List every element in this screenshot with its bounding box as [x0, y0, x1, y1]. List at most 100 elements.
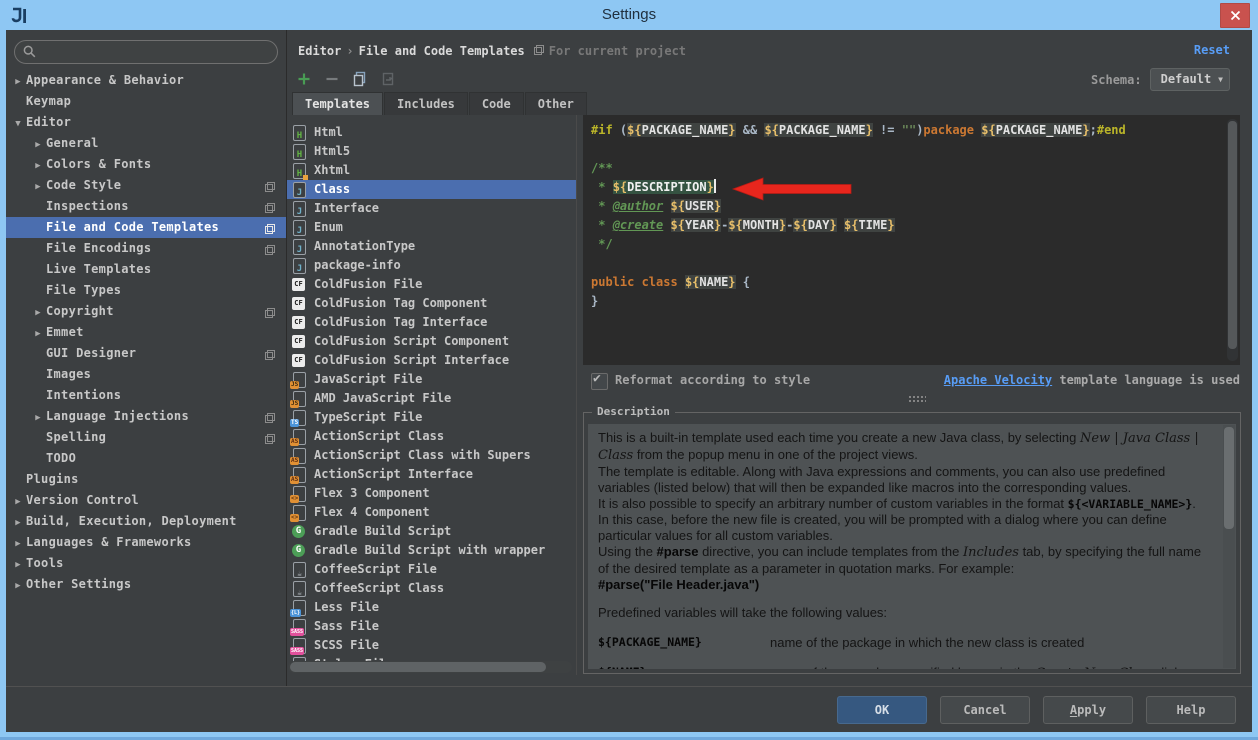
chevron-right-icon[interactable]: ▶ [10, 576, 26, 597]
template-item-coldfusion-script-interface[interactable]: CFColdFusion Script Interface [287, 351, 576, 370]
template-item-coldfusion-tag-component[interactable]: CFColdFusion Tag Component [287, 294, 576, 313]
tab-templates[interactable]: Templates [292, 92, 383, 115]
chevron-right-icon[interactable]: ▶ [30, 324, 46, 345]
sidebar-item-file-and-code-templates[interactable]: File and Code Templates [6, 217, 286, 238]
sidebar-item-version-control[interactable]: ▶Version Control [6, 490, 286, 511]
chevron-right-icon[interactable]: ▶ [30, 156, 46, 177]
template-item-coldfusion-file[interactable]: CFColdFusion File [287, 275, 576, 294]
sidebar-item-live-templates[interactable]: Live Templates [6, 259, 286, 280]
plus-icon [297, 72, 311, 86]
sidebar-item-language-injections[interactable]: ▶Language Injections [6, 406, 286, 427]
code-line [591, 140, 1220, 159]
template-item-flex-3-component[interactable]: <>Flex 3 Component [287, 484, 576, 503]
editor-scrollbar-thumb[interactable] [1228, 121, 1237, 349]
breadcrumb-editor[interactable]: Editor [298, 44, 341, 58]
chevron-right-icon[interactable]: ▶ [10, 555, 26, 576]
settings-search-box[interactable] [14, 40, 278, 64]
template-item-class[interactable]: JClass [287, 180, 576, 199]
template-item-html[interactable]: HHtml [287, 123, 576, 142]
search-input[interactable] [41, 42, 270, 62]
template-item-interface[interactable]: JInterface [287, 199, 576, 218]
cancel-button[interactable]: Cancel [940, 696, 1030, 724]
sidebar-item-file-encodings[interactable]: File Encodings [6, 238, 286, 259]
sidebar-item-copyright[interactable]: ▶Copyright [6, 301, 286, 322]
help-button[interactable]: Help [1146, 696, 1236, 724]
sidebar-item-code-style[interactable]: ▶Code Style [6, 175, 286, 196]
template-item-actionscript-class-with-supers[interactable]: ASActionScript Class with Supers [287, 446, 576, 465]
chevron-right-icon[interactable]: ▶ [10, 513, 26, 534]
template-item-coldfusion-tag-interface[interactable]: CFColdFusion Tag Interface [287, 313, 576, 332]
template-item-coffeescript-file[interactable]: ☕CoffeeScript File [287, 560, 576, 579]
tab-other[interactable]: Other [525, 92, 587, 115]
tab-includes[interactable]: Includes [384, 92, 468, 115]
copy-template-button[interactable] [351, 70, 369, 88]
template-editor[interactable]: #if (${PACKAGE_NAME} && ${PACKAGE_NAME} … [583, 115, 1240, 365]
sidebar-item-intentions[interactable]: Intentions [6, 385, 286, 406]
reset-link[interactable]: Reset [1194, 43, 1230, 57]
template-item-coffeescript-class[interactable]: ☕CoffeeScript Class [287, 579, 576, 598]
sidebar-item-label: Tools [26, 556, 64, 570]
splitter-handle[interactable] [908, 395, 926, 402]
template-item-package-info[interactable]: Jpackage-info [287, 256, 576, 275]
code-line: #if (${PACKAGE_NAME} && ${PACKAGE_NAME} … [591, 121, 1220, 140]
schema-dropdown[interactable]: Default ▼ [1150, 68, 1230, 91]
template-item-label: JavaScript File [314, 370, 422, 389]
template-item-xhtml[interactable]: HXhtml [287, 161, 576, 180]
template-item-label: TypeScript File [314, 408, 422, 427]
sidebar-item-emmet[interactable]: ▶Emmet [6, 322, 286, 343]
sidebar-item-general[interactable]: ▶General [6, 133, 286, 154]
template-item-gradle-build-script-with-wrapper[interactable]: GGradle Build Script with wrapper [287, 541, 576, 560]
apache-velocity-link[interactable]: Apache Velocity [944, 373, 1052, 387]
sidebar-item-editor[interactable]: ▼Editor [6, 112, 286, 133]
coldfusion-file-icon: CF [292, 296, 307, 312]
gradle-file-icon: G [292, 543, 307, 559]
template-item-annotationtype[interactable]: JAnnotationType [287, 237, 576, 256]
template-item-less-file[interactable]: {L}Less File [287, 598, 576, 617]
reformat-checkbox[interactable] [591, 373, 608, 390]
template-item-amd-javascript-file[interactable]: JSAMD JavaScript File [287, 389, 576, 408]
sidebar-item-images[interactable]: Images [6, 364, 286, 385]
chevron-right-icon[interactable]: ▶ [10, 492, 26, 513]
chevron-right-icon[interactable]: ▶ [30, 135, 46, 156]
template-item-actionscript-interface[interactable]: ASActionScript Interface [287, 465, 576, 484]
list-scrollbar-thumb[interactable] [290, 662, 546, 672]
ok-button[interactable]: OK [837, 696, 927, 724]
description-scrollbar-thumb[interactable] [1224, 427, 1234, 529]
tab-code[interactable]: Code [469, 92, 524, 115]
add-template-button[interactable] [295, 70, 313, 88]
chevron-right-icon[interactable]: ▶ [30, 177, 46, 198]
template-item-enum[interactable]: JEnum [287, 218, 576, 237]
template-item-coldfusion-script-component[interactable]: CFColdFusion Script Component [287, 332, 576, 351]
sidebar-item-keymap[interactable]: Keymap [6, 91, 286, 112]
apply-button[interactable]: Apply [1043, 696, 1133, 724]
sidebar-item-file-types[interactable]: File Types [6, 280, 286, 301]
chevron-right-icon[interactable]: ▶ [10, 72, 26, 93]
template-item-actionscript-class[interactable]: ASActionScript Class [287, 427, 576, 446]
sidebar-item-colors-fonts[interactable]: ▶Colors & Fonts [6, 154, 286, 175]
template-item-label: AnnotationType [314, 237, 415, 256]
sidebar-item-spelling[interactable]: Spelling [6, 427, 286, 448]
close-button[interactable] [1220, 3, 1250, 28]
template-item-gradle-build-script[interactable]: GGradle Build Script [287, 522, 576, 541]
sidebar-item-languages-frameworks[interactable]: ▶Languages & Frameworks [6, 532, 286, 553]
sidebar-item-inspections[interactable]: Inspections [6, 196, 286, 217]
revert-template-button[interactable] [379, 70, 397, 88]
sidebar-item-build-execution-deployment[interactable]: ▶Build, Execution, Deployment [6, 511, 286, 532]
template-item-typescript-file[interactable]: TSTypeScript File [287, 408, 576, 427]
chevron-right-icon[interactable]: ▶ [30, 408, 46, 429]
sidebar-item-gui-designer[interactable]: GUI Designer [6, 343, 286, 364]
template-item-scss-file[interactable]: SASSSCSS File [287, 636, 576, 655]
remove-template-button[interactable] [323, 70, 341, 88]
template-item-javascript-file[interactable]: JSJavaScript File [287, 370, 576, 389]
chevron-down-icon[interactable]: ▼ [10, 114, 26, 135]
sidebar-item-todo[interactable]: TODO [6, 448, 286, 469]
sidebar-item-other-settings[interactable]: ▶Other Settings [6, 574, 286, 595]
chevron-right-icon[interactable]: ▶ [30, 303, 46, 324]
chevron-right-icon[interactable]: ▶ [10, 534, 26, 555]
template-item-html5[interactable]: HHtml5 [287, 142, 576, 161]
template-item-flex-4-component[interactable]: <>Flex 4 Component [287, 503, 576, 522]
sidebar-item-appearance-behavior[interactable]: ▶Appearance & Behavior [6, 70, 286, 91]
sidebar-item-plugins[interactable]: Plugins [6, 469, 286, 490]
template-item-sass-file[interactable]: SASSSass File [287, 617, 576, 636]
sidebar-item-tools[interactable]: ▶Tools [6, 553, 286, 574]
